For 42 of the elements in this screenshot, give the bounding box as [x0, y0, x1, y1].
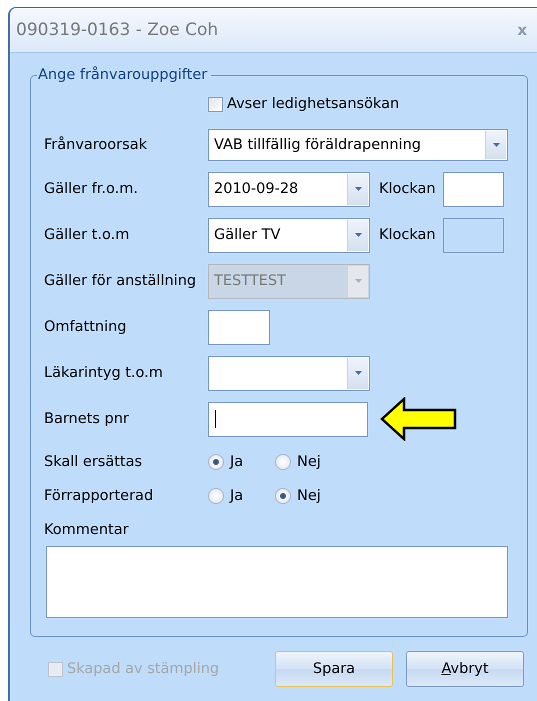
cancel-button[interactable]: Avbryt [406, 651, 524, 687]
field-label: Barnets pnr [44, 411, 130, 427]
radio-label: Nej [297, 454, 321, 470]
save-button[interactable]: Spara [275, 651, 393, 687]
field-label: Gäller t.o.m [44, 227, 130, 243]
caret-icon [354, 371, 362, 375]
input-field[interactable] [208, 310, 270, 344]
field-label: Klockan [379, 181, 436, 197]
radio-label: Ja [230, 488, 244, 504]
caret-icon [354, 233, 362, 237]
dropdown-field[interactable] [208, 356, 370, 390]
caret-icon [492, 143, 500, 147]
window-title: 090319-0163 - Zoe Coh [16, 20, 218, 40]
field-label: Frånvaroorsak [44, 137, 148, 153]
radio-label: Nej [297, 488, 321, 504]
caret-icon [354, 279, 362, 283]
input-field[interactable] [208, 402, 368, 436]
field-label: Skall ersättas [44, 454, 144, 470]
field-label: Omfattning [44, 319, 128, 335]
group-title: Ange frånvarouppgifter [37, 67, 208, 83]
radio-button[interactable] [208, 454, 224, 470]
time-field[interactable] [442, 172, 504, 206]
dropdown-field: TESTTEST [208, 264, 370, 298]
field-label: Gäller fr.o.m. [44, 181, 139, 197]
dropdown-field[interactable]: VAB tillfällig föräldrapenning [208, 129, 508, 161]
checkbox-label: Skapad av stämpling [67, 661, 220, 677]
field-label: Klockan [379, 227, 436, 243]
checkbox[interactable] [208, 96, 223, 112]
radio-button[interactable] [275, 454, 291, 470]
radio-button[interactable] [275, 488, 291, 504]
caret-icon [354, 187, 362, 191]
field-label: Läkarintyg t.o.m [44, 365, 164, 381]
dropdown-field[interactable]: 2010-09-28 [208, 172, 370, 206]
radio-label: Ja [230, 454, 244, 470]
comment-field[interactable] [46, 546, 508, 618]
field-label: Kommentar [44, 522, 130, 538]
field-label: Gäller för anställning [44, 273, 198, 289]
radio-button[interactable] [208, 488, 224, 504]
text-cursor [215, 410, 216, 428]
field-label: Förrapporterad [44, 488, 154, 504]
dropdown-field[interactable]: Gäller TV [208, 218, 370, 252]
checkbox-label: Avser ledighetsansökan [227, 96, 400, 112]
